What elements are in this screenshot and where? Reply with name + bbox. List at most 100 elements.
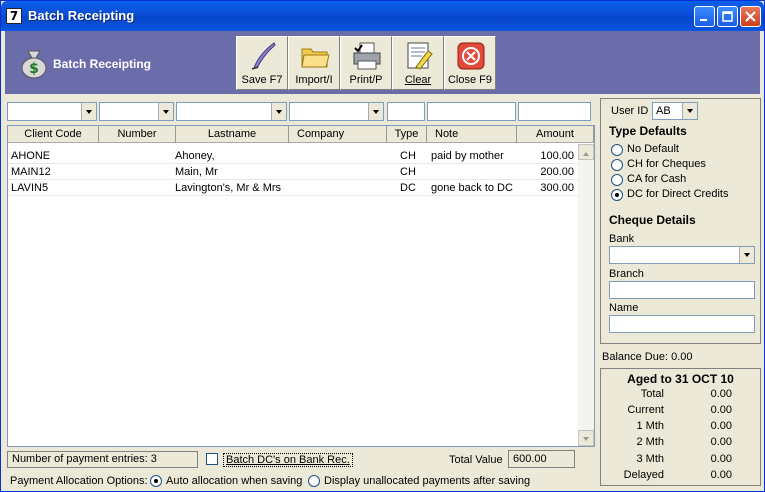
aged-label: Total xyxy=(640,388,664,400)
aged-label: 3 Mth xyxy=(636,453,664,465)
cell-note: gone back to DC xyxy=(431,182,513,194)
minimize-button[interactable] xyxy=(694,6,715,27)
grid-scrollbar[interactable] xyxy=(578,144,594,446)
col-amount[interactable]: Amount xyxy=(517,126,594,143)
minimize-icon xyxy=(700,19,707,21)
chevron-down-icon[interactable] xyxy=(81,103,96,120)
type-ca-radio[interactable] xyxy=(611,174,623,186)
col-client-code[interactable]: Client Code xyxy=(8,126,99,143)
aged-label: 2 Mth xyxy=(636,436,664,448)
aged-value: 0.00 xyxy=(710,404,732,416)
alloc-display-label[interactable]: Display unallocated payments after savin… xyxy=(324,475,530,487)
filter-lastname[interactable] xyxy=(176,102,287,121)
chevron-down-icon[interactable] xyxy=(368,103,383,120)
aged-row: Delayed 0.00 xyxy=(601,469,760,485)
aged-value: 0.00 xyxy=(710,420,732,432)
batch-receipting-window: 7 Batch Receipting $ Batch Receipting Sa… xyxy=(0,0,765,492)
user-id-select[interactable]: AB xyxy=(652,102,698,120)
filter-type[interactable] xyxy=(387,102,425,121)
payments-grid[interactable]: Client Code Number Lastname Company Type… xyxy=(7,125,595,447)
table-row[interactable]: LAVIN5 Lavington's, Mr & Mrs DC gone bac… xyxy=(8,180,578,196)
user-id-value: AB xyxy=(656,105,671,117)
chevron-down-icon[interactable] xyxy=(682,103,697,119)
col-company[interactable]: Company xyxy=(289,126,387,143)
save-button[interactable]: Save F7 xyxy=(236,36,288,90)
aged-value: 0.00 xyxy=(710,453,732,465)
printer-icon xyxy=(353,42,381,70)
header-title: Batch Receipting xyxy=(53,57,152,71)
cell-amount: 200.00 xyxy=(540,166,574,178)
cell-amount: 100.00 xyxy=(540,150,574,162)
maximize-button[interactable] xyxy=(717,6,738,27)
aged-value: 0.00 xyxy=(710,469,732,481)
alloc-auto-radio[interactable] xyxy=(150,475,162,487)
table-row[interactable]: AHONE Ahoney, CH paid by mother 100.00 xyxy=(8,148,578,164)
type-dc-radio[interactable] xyxy=(611,189,623,201)
type-ch-radio[interactable] xyxy=(611,159,623,171)
filter-company[interactable] xyxy=(289,102,384,121)
close-button[interactable]: Close F9 xyxy=(444,36,496,90)
balance-due: Balance Due: 0.00 xyxy=(602,351,693,363)
cell-amount: 300.00 xyxy=(540,182,574,194)
type-no-default-radio[interactable] xyxy=(611,144,623,156)
cell-lastname: Lavington's, Mr & Mrs xyxy=(175,182,282,194)
aged-label: Delayed xyxy=(623,469,664,481)
col-number[interactable]: Number xyxy=(99,126,176,143)
batch-dc-checkbox[interactable] xyxy=(206,453,218,465)
scroll-up-icon[interactable] xyxy=(578,144,594,160)
aged-row: Current 0.00 xyxy=(601,404,760,420)
import-button[interactable]: Import/I xyxy=(288,36,340,90)
alloc-display-radio[interactable] xyxy=(308,475,320,487)
filter-amount[interactable] xyxy=(518,102,591,121)
type-option-label[interactable]: CH for Cheques xyxy=(627,158,706,170)
branch-input[interactable] xyxy=(609,281,755,299)
title-bar[interactable]: 7 Batch Receipting xyxy=(1,1,764,31)
close-circle-icon xyxy=(457,42,485,70)
batch-dc-label[interactable]: Batch DC's on Bank Rec. xyxy=(223,453,353,467)
aged-row: 3 Mth 0.00 xyxy=(601,453,760,469)
filter-note[interactable] xyxy=(427,102,516,121)
aged-row: 2 Mth 0.00 xyxy=(601,436,760,452)
filter-client-code[interactable] xyxy=(7,102,97,121)
type-option-label[interactable]: CA for Cash xyxy=(627,173,686,185)
aged-summary: Aged to 31 OCT 10 Total 0.00 Current 0.0… xyxy=(600,368,761,486)
type-defaults-title: Type Defaults xyxy=(609,124,687,138)
branch-label: Branch xyxy=(609,268,644,280)
close-window-button[interactable] xyxy=(740,6,761,27)
type-option-label[interactable]: No Default xyxy=(627,143,679,155)
clear-label: Clear xyxy=(404,74,432,86)
clear-button[interactable]: Clear xyxy=(392,36,444,90)
name-input[interactable] xyxy=(609,315,755,333)
chevron-down-icon[interactable] xyxy=(158,103,173,120)
window-title: Batch Receipting xyxy=(28,8,135,23)
print-button[interactable]: Print/P xyxy=(340,36,392,90)
col-note[interactable]: Note xyxy=(427,126,517,143)
cheque-details-title: Cheque Details xyxy=(609,213,696,227)
bank-select[interactable] xyxy=(609,246,755,264)
money-bag-icon: $ xyxy=(21,50,47,79)
save-label: Save F7 xyxy=(241,74,283,86)
total-value-label: Total Value xyxy=(449,454,503,466)
allocation-options-label: Payment Allocation Options: xyxy=(10,475,148,487)
chevron-down-icon[interactable] xyxy=(271,103,286,120)
scroll-down-icon[interactable] xyxy=(578,430,594,446)
alloc-auto-label[interactable]: Auto allocation when saving xyxy=(166,475,302,487)
table-row[interactable]: MAIN12 Main, Mr CH 200.00 xyxy=(8,164,578,180)
user-id-label: User ID xyxy=(611,105,649,117)
defaults-panel: User ID AB Type Defaults No Default CH f… xyxy=(600,98,761,344)
col-type[interactable]: Type xyxy=(387,126,427,143)
filter-number[interactable] xyxy=(99,102,174,121)
import-label: Import/I xyxy=(295,74,333,86)
chevron-down-icon[interactable] xyxy=(739,247,754,263)
quill-icon xyxy=(251,42,276,70)
close-icon xyxy=(745,11,756,22)
cell-type: DC xyxy=(400,182,416,194)
col-lastname[interactable]: Lastname xyxy=(176,126,289,143)
folder-icon xyxy=(301,48,330,68)
cell-lastname: Ahoney, xyxy=(175,150,215,162)
cell-client-code: AHONE xyxy=(11,150,51,162)
aged-value: 0.00 xyxy=(710,388,732,400)
aged-value: 0.00 xyxy=(710,436,732,448)
close-label: Close F9 xyxy=(447,74,493,86)
type-option-label[interactable]: DC for Direct Credits xyxy=(627,188,728,200)
